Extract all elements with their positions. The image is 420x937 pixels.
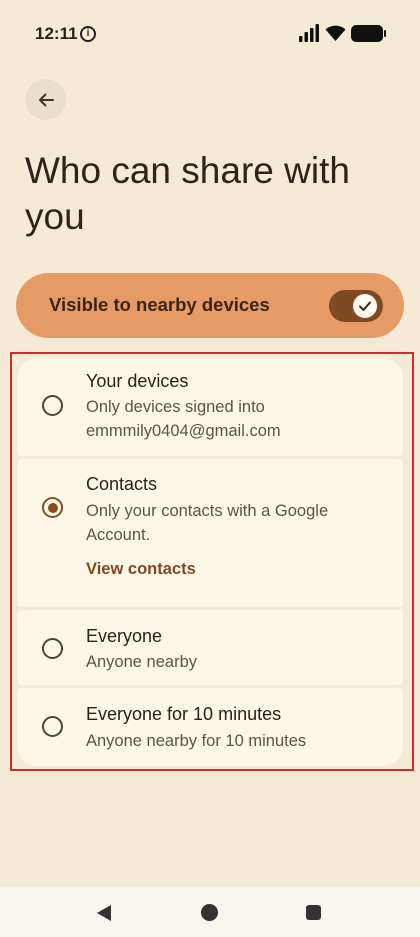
view-contacts-link[interactable]: View contacts — [86, 560, 196, 579]
nav-home-icon[interactable] — [201, 904, 218, 921]
arrow-back-icon — [38, 93, 54, 106]
option-your-devices[interactable]: Your devices Only devices signed into em… — [17, 358, 403, 456]
back-button[interactable] — [25, 79, 66, 120]
option-title: Everyone for 10 minutes — [86, 704, 282, 724]
navigation-bar — [0, 887, 420, 937]
visibility-toggle[interactable]: Visible to nearby devices — [16, 273, 404, 338]
status-time: 12:11 — [35, 24, 78, 43]
page-title: Who can share with you — [25, 150, 350, 237]
option-everyone-10-minutes[interactable]: Everyone for 10 minutes Anyone nearby fo… — [17, 688, 403, 766]
option-title: Everyone — [86, 626, 163, 646]
option-everyone[interactable]: Everyone Anyone nearby — [17, 610, 403, 685]
check-icon — [359, 301, 371, 311]
option-title: Contacts — [86, 474, 158, 494]
visibility-label: Visible to nearby devices — [49, 294, 270, 315]
option-description: Anyone nearby for 10 minutes — [86, 732, 307, 750]
option-description: Only your contacts with a Google Account… — [86, 502, 329, 544]
radio-everyone-10-minutes[interactable] — [42, 716, 63, 737]
nav-recents-icon[interactable] — [306, 905, 321, 920]
option-contacts[interactable]: Contacts Only your contacts with a Googl… — [17, 459, 403, 607]
info-icon: i — [80, 26, 96, 42]
nav-back-icon[interactable] — [95, 904, 113, 922]
option-description: Only devices signed into emmmily0404@gma… — [86, 398, 281, 440]
radio-everyone[interactable] — [42, 638, 63, 659]
option-title: Your devices — [86, 371, 189, 391]
wifi-icon — [325, 25, 346, 41]
radio-contacts[interactable] — [42, 497, 63, 518]
radio-your-devices[interactable] — [42, 395, 63, 416]
switch-thumb — [353, 294, 377, 318]
visibility-switch[interactable] — [329, 290, 383, 322]
battery-icon — [351, 25, 386, 42]
signal-icon — [299, 24, 319, 42]
status-bar: 12:11 i — [0, 0, 420, 68]
option-description: Anyone nearby — [86, 653, 197, 671]
